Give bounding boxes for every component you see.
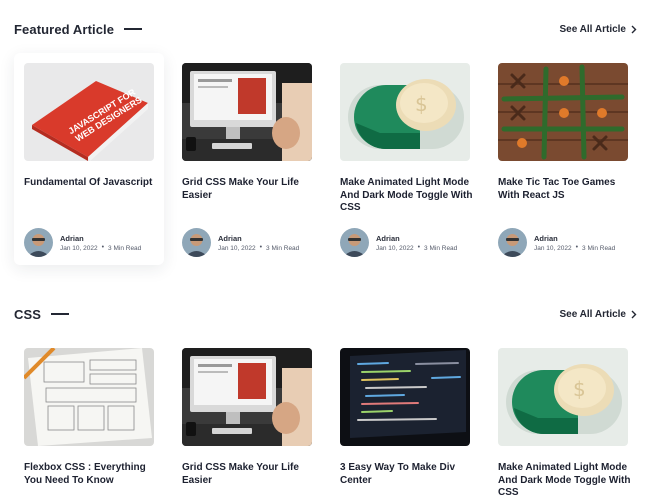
post-info: Jan 10, 2022 • 3 Min Read: [218, 244, 300, 252]
article-title[interactable]: 3 Easy Way To Make Div Center: [340, 462, 474, 487]
article-title[interactable]: Flexbox CSS : Everything You Need To Kno…: [24, 462, 158, 487]
author-block: Adrian Jan 10, 2022 • 3 Min Read: [24, 228, 141, 257]
see-all-label: See All Article: [559, 23, 626, 35]
article-card[interactable]: Flexbox CSS : Everything You Need To Kno…: [14, 338, 164, 503]
read-time: 3 Min Read: [266, 244, 300, 252]
post-date: Jan 10, 2022: [376, 244, 414, 252]
css-section-header: CSS See All Article: [14, 304, 637, 324]
chevron-right-icon: [631, 25, 637, 33]
title-dash: [51, 313, 70, 315]
article-card[interactable]: Grid CSS Make Your Life Easier: [172, 338, 322, 503]
author-block: Adrian Jan 10, 2022 • 3 Min Read: [182, 228, 299, 257]
see-all-featured-link[interactable]: See All Article: [559, 24, 637, 35]
post-info: Jan 10, 2022 • 3 Min Read: [60, 244, 142, 252]
article-title[interactable]: Make Tic Tac Toe Games With React JS: [498, 177, 632, 202]
read-time: 3 Min Read: [582, 244, 616, 252]
author-meta: Adrian Jan 10, 2022 • 3 Min Read: [534, 234, 615, 252]
article-thumbnail-tic-tac-toe[interactable]: [498, 63, 628, 161]
author-name: Adrian: [218, 233, 242, 243]
article-title[interactable]: Grid CSS Make Your Life Easier: [182, 462, 316, 487]
svg-text:$: $: [573, 377, 586, 401]
article-card[interactable]: $ Make Animated Light Mode And Dark Mode…: [488, 338, 638, 503]
article-title[interactable]: Grid CSS Make Your Life Easier: [182, 177, 316, 202]
author-name: Adrian: [60, 233, 84, 243]
author-name: Adrian: [376, 233, 400, 243]
article-card[interactable]: $ Make Animated Light Mode And Dark Mode…: [330, 53, 480, 265]
separator-dot: •: [417, 244, 421, 251]
read-time: 3 Min Read: [424, 244, 458, 252]
author-name: Adrian: [534, 233, 558, 243]
article-thumbnail-imac-desk[interactable]: [182, 348, 312, 446]
article-thumbnail-toggle-switch[interactable]: $: [340, 63, 470, 161]
section-title-featured: Featured Article: [14, 21, 115, 37]
post-date: Jan 10, 2022: [534, 244, 572, 252]
author-block: Adrian Jan 10, 2022 • 3 Min Read: [340, 228, 457, 257]
article-card[interactable]: Make Tic Tac Toe Games With React JS Adr…: [488, 53, 638, 265]
title-dash: [124, 28, 143, 30]
chevron-right-icon: [631, 310, 637, 318]
author-meta: Adrian Jan 10, 2022 • 3 Min Read: [218, 234, 299, 252]
section-title-css: CSS: [14, 306, 42, 322]
article-thumbnail-toggle-switch[interactable]: $: [498, 348, 628, 446]
post-info: Jan 10, 2022 • 3 Min Read: [534, 244, 616, 252]
article-title[interactable]: Fundamental Of Javascript: [24, 177, 158, 190]
article-card[interactable]: JAVASCRIPT FOR WEB DESIGNERS Fundamental…: [14, 53, 164, 265]
featured-section-header: Featured Article See All Article: [14, 19, 637, 39]
post-info: Jan 10, 2022 • 3 Min Read: [376, 244, 458, 252]
featured-title-wrap: Featured Article: [14, 21, 143, 37]
article-thumbnail-code-laptop[interactable]: [340, 348, 470, 446]
author-block: Adrian Jan 10, 2022 • 3 Min Read: [498, 228, 615, 257]
svg-text:$: $: [415, 92, 428, 116]
author-meta: Adrian Jan 10, 2022 • 3 Min Read: [60, 234, 141, 252]
separator-dot: •: [259, 244, 263, 251]
avatar: [24, 228, 53, 257]
article-thumbnail-imac-desk[interactable]: [182, 63, 312, 161]
article-title[interactable]: Make Animated Light Mode And Dark Mode T…: [340, 177, 474, 215]
avatar: [498, 228, 527, 257]
article-card[interactable]: 3 Easy Way To Make Div Center: [330, 338, 480, 503]
article-thumbnail-javascript-book[interactable]: JAVASCRIPT FOR WEB DESIGNERS: [24, 63, 154, 161]
css-title-wrap: CSS: [14, 306, 70, 322]
read-time: 3 Min Read: [108, 244, 142, 252]
avatar: [340, 228, 369, 257]
separator-dot: •: [101, 244, 105, 251]
post-date: Jan 10, 2022: [60, 244, 98, 252]
separator-dot: •: [575, 244, 579, 251]
avatar: [182, 228, 211, 257]
article-thumbnail-wireframe-sketch[interactable]: [24, 348, 154, 446]
post-date: Jan 10, 2022: [218, 244, 256, 252]
article-card[interactable]: Grid CSS Make Your Life Easier Adrian Ja…: [172, 53, 322, 265]
author-meta: Adrian Jan 10, 2022 • 3 Min Read: [376, 234, 457, 252]
see-all-label: See All Article: [559, 308, 626, 320]
see-all-css-link[interactable]: See All Article: [559, 309, 637, 320]
article-title[interactable]: Make Animated Light Mode And Dark Mode T…: [498, 462, 632, 500]
